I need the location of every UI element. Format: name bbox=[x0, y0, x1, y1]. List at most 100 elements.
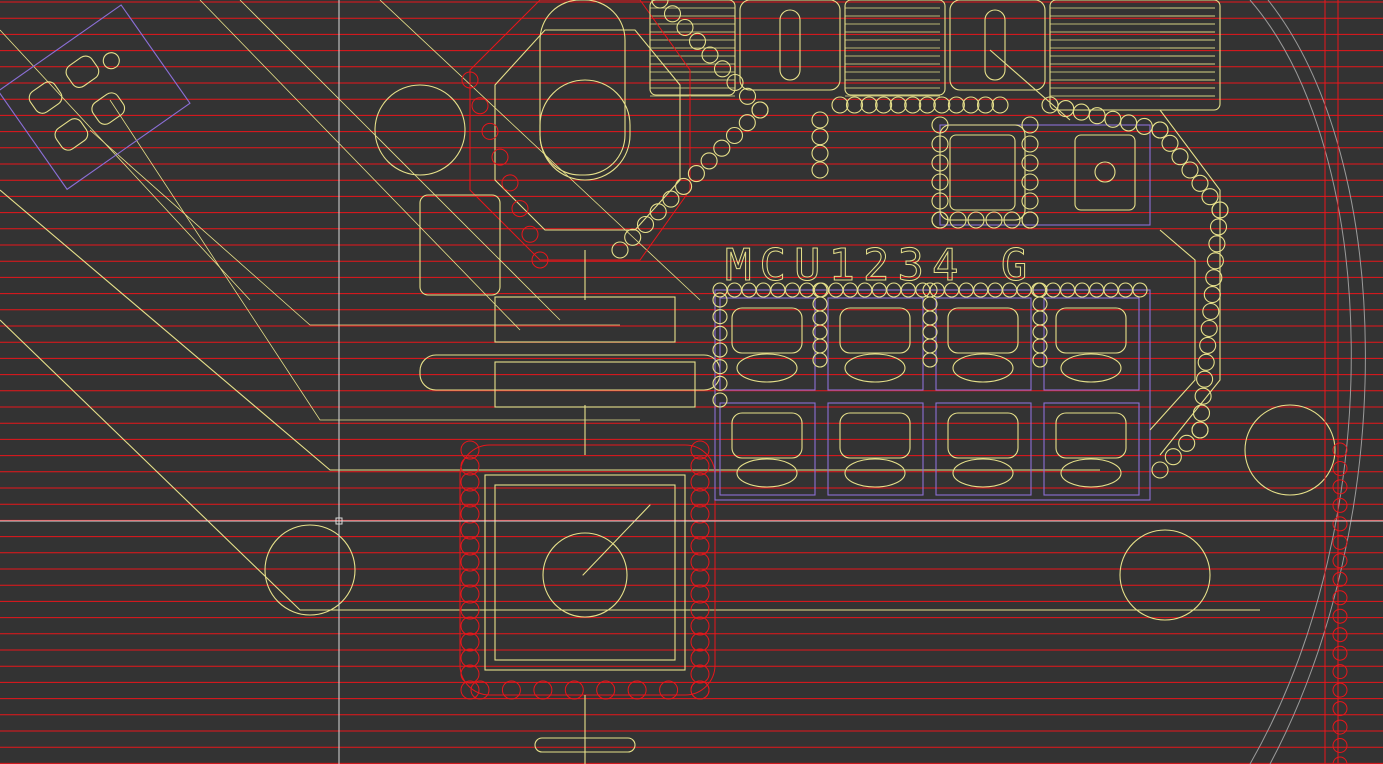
via bbox=[690, 680, 710, 700]
via bbox=[1151, 461, 1169, 479]
via bbox=[460, 616, 480, 636]
via bbox=[1332, 590, 1348, 606]
via bbox=[922, 296, 938, 312]
via bbox=[460, 680, 480, 700]
via bbox=[511, 200, 529, 218]
via bbox=[1332, 479, 1348, 495]
via bbox=[1021, 154, 1039, 172]
via bbox=[596, 680, 616, 700]
via-chains bbox=[460, 0, 1348, 764]
via bbox=[1332, 738, 1348, 753]
via bbox=[460, 584, 480, 604]
via bbox=[690, 552, 710, 572]
via bbox=[1021, 192, 1039, 210]
via bbox=[1332, 701, 1348, 717]
via bbox=[1032, 324, 1048, 340]
via bbox=[738, 87, 757, 105]
mounting-hole-corner[interactable] bbox=[1244, 404, 1336, 496]
pad[interactable] bbox=[839, 307, 911, 354]
via bbox=[1032, 310, 1048, 326]
via bbox=[922, 310, 938, 326]
via bbox=[460, 552, 480, 572]
via bbox=[460, 664, 480, 684]
via bbox=[701, 46, 719, 64]
via bbox=[460, 568, 480, 588]
via bbox=[1151, 121, 1169, 139]
via bbox=[611, 241, 629, 259]
via bbox=[811, 128, 829, 146]
via bbox=[659, 680, 679, 700]
via bbox=[713, 60, 732, 78]
horizontal-traces[interactable] bbox=[419, 194, 721, 764]
via bbox=[564, 680, 584, 700]
via bbox=[690, 440, 710, 460]
pad[interactable] bbox=[947, 412, 1019, 459]
via bbox=[1208, 235, 1226, 253]
via bbox=[627, 680, 647, 700]
via bbox=[690, 568, 710, 588]
pad[interactable] bbox=[1055, 412, 1127, 459]
diagonal-traces[interactable] bbox=[0, 0, 1260, 611]
pad-oval bbox=[1060, 458, 1122, 488]
via bbox=[651, 0, 669, 9]
connector-pad-grid[interactable] bbox=[714, 289, 1151, 501]
via bbox=[922, 324, 938, 340]
via bbox=[687, 165, 705, 183]
rotated-component[interactable] bbox=[0, 4, 191, 191]
via bbox=[1021, 135, 1039, 153]
ic-cluster[interactable]: MCU1234 G bbox=[725, 124, 1151, 292]
via bbox=[471, 97, 489, 115]
via bbox=[690, 648, 710, 668]
via bbox=[1332, 608, 1348, 624]
via bbox=[1200, 319, 1218, 338]
copper-pour-hatch bbox=[0, 1, 1383, 764]
via bbox=[1332, 645, 1348, 661]
via bbox=[1032, 296, 1048, 312]
via bbox=[460, 632, 480, 652]
via bbox=[1032, 338, 1048, 354]
via bbox=[1178, 434, 1196, 452]
pad[interactable] bbox=[731, 412, 803, 459]
via bbox=[460, 440, 480, 460]
via bbox=[1171, 148, 1189, 166]
crosshair-cursor bbox=[0, 0, 1383, 764]
pad[interactable] bbox=[947, 307, 1019, 354]
via bbox=[501, 680, 521, 700]
via bbox=[1332, 719, 1348, 735]
via bbox=[1203, 286, 1221, 304]
via bbox=[1332, 627, 1348, 643]
via bbox=[649, 203, 667, 221]
via bbox=[1332, 461, 1348, 476]
via bbox=[1072, 103, 1090, 121]
pad[interactable] bbox=[731, 307, 803, 354]
pad-oval bbox=[952, 458, 1014, 488]
via bbox=[491, 148, 509, 166]
via bbox=[690, 584, 710, 604]
via bbox=[688, 32, 707, 50]
octagon-pad[interactable] bbox=[374, 0, 691, 261]
pad[interactable] bbox=[839, 412, 911, 459]
pcb-canvas[interactable]: MCU1234 G bbox=[0, 0, 1383, 764]
via bbox=[1161, 134, 1179, 152]
via bbox=[1032, 352, 1048, 368]
via bbox=[1209, 218, 1228, 236]
via bbox=[1197, 353, 1215, 371]
via bbox=[1021, 173, 1039, 191]
via bbox=[1191, 174, 1209, 192]
pad-oval bbox=[736, 458, 798, 488]
top-channel-traces[interactable] bbox=[649, 0, 1221, 111]
via bbox=[676, 18, 694, 37]
pad[interactable] bbox=[1055, 307, 1127, 354]
pad-oval bbox=[844, 458, 906, 488]
right-traces[interactable] bbox=[989, 0, 1339, 764]
via bbox=[1191, 421, 1209, 439]
square-pad[interactable] bbox=[459, 444, 716, 696]
via bbox=[1332, 682, 1348, 698]
via bbox=[675, 177, 693, 195]
board-outline bbox=[1249, 0, 1352, 764]
via bbox=[690, 632, 710, 652]
via bbox=[738, 114, 756, 132]
via bbox=[1057, 100, 1075, 118]
mounting-hole-right[interactable] bbox=[1119, 529, 1211, 621]
via bbox=[922, 352, 938, 368]
